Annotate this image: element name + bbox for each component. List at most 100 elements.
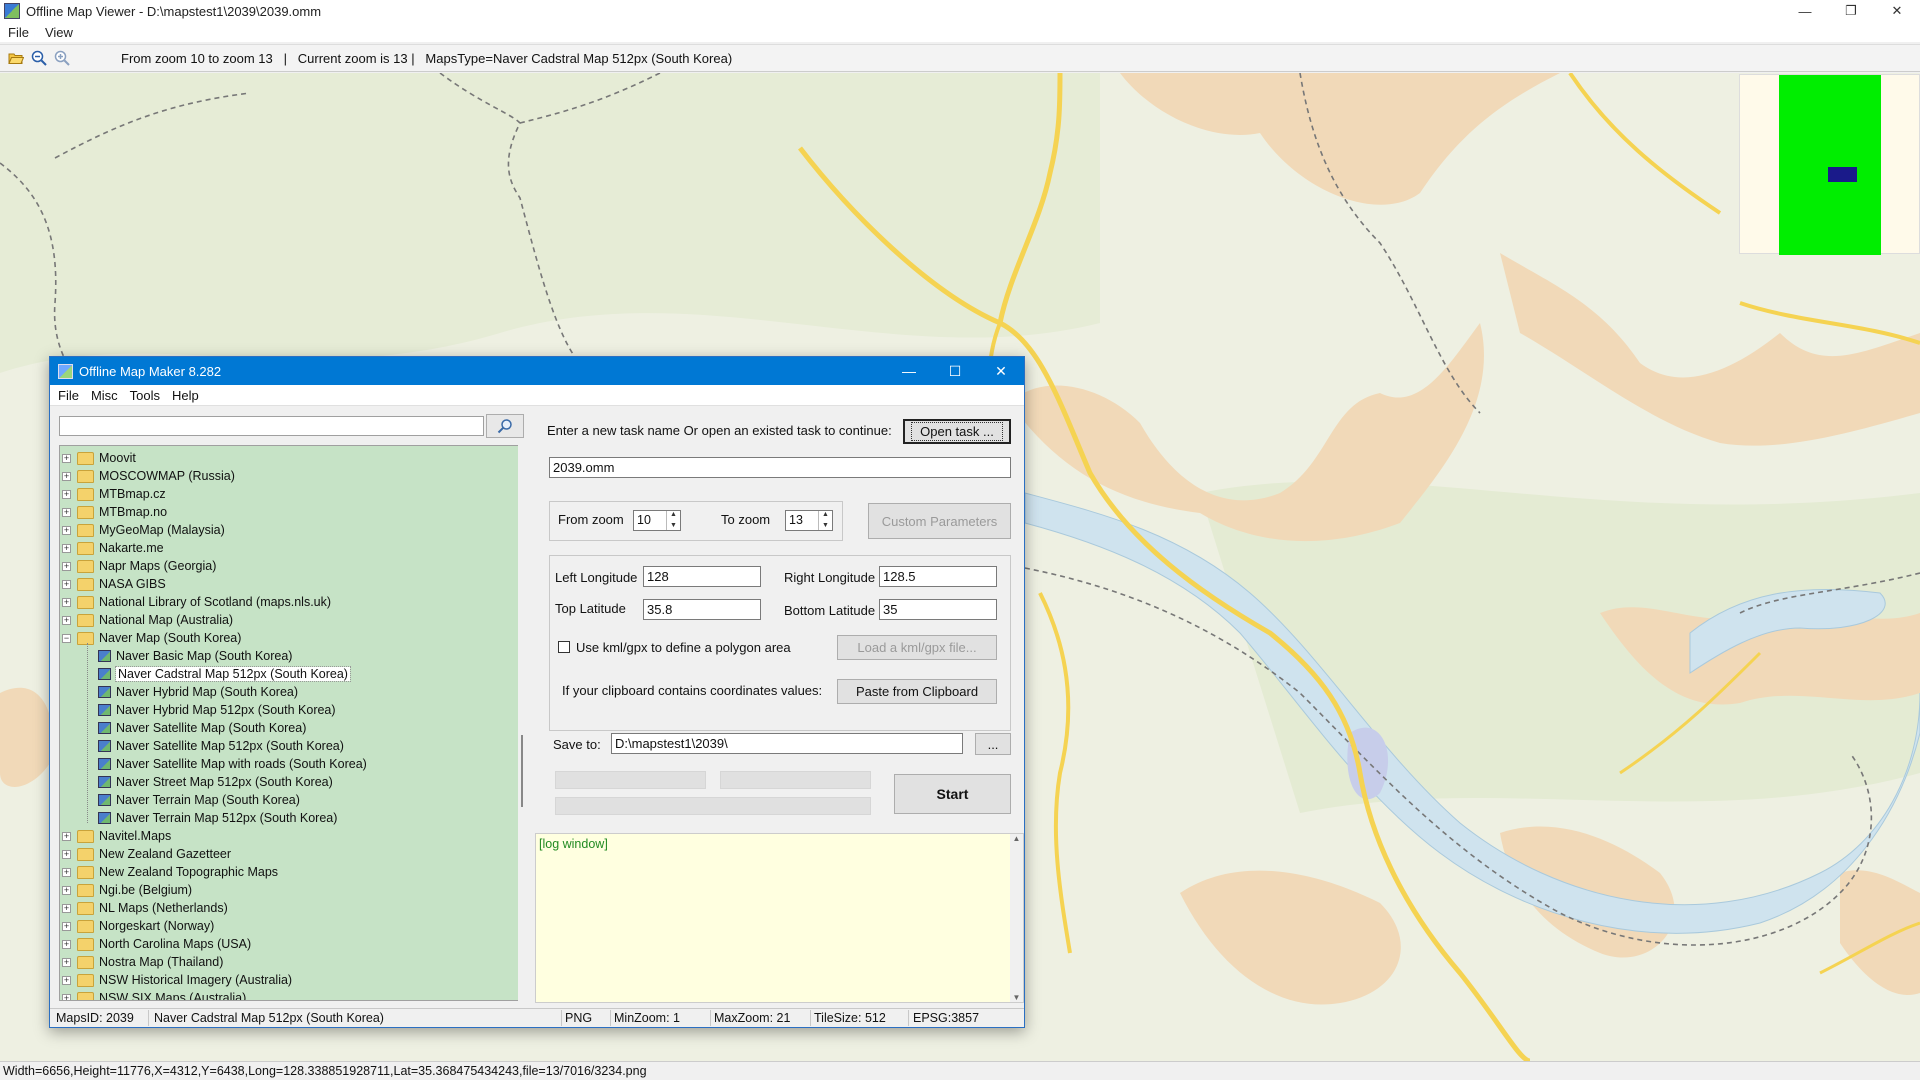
expand-icon[interactable]: + (62, 453, 71, 463)
tree-folder-item[interactable]: + Nakarte.me (62, 539, 164, 557)
zoom-info: From zoom 10 to zoom 13 | Current zoom i… (121, 50, 733, 66)
menu-file[interactable]: File (58, 388, 79, 403)
paste-from-clipboard-button[interactable]: Paste from Clipboard (837, 679, 997, 704)
tree-map-item[interactable]: Naver Satellite Map (South Korea) (98, 719, 306, 737)
expand-icon[interactable]: + (62, 543, 71, 553)
log-scrollbar[interactable]: ▲ ▼ (1010, 834, 1023, 1002)
folder-icon (77, 901, 94, 915)
zoom-in-icon[interactable] (52, 48, 72, 68)
tree-folder-item[interactable]: + Navitel.Maps (62, 827, 171, 845)
progress-bar-1 (555, 771, 706, 789)
tree-folder-item[interactable]: + National Library of Scotland (maps.nls.… (62, 593, 331, 611)
map-provider-tree[interactable]: + Moovit + MOSCOWMAP (Russia) + MTBmap.cz + MTB… (59, 445, 525, 1001)
browse-button[interactable]: ... (975, 733, 1011, 755)
tree-map-item[interactable]: Naver Satellite Map with roads (South Ko… (98, 755, 367, 773)
tree-map-item[interactable]: Naver Hybrid Map 512px (South Korea) (98, 701, 336, 719)
tree-folder-item[interactable]: + Norgeskart (Norway) (62, 917, 214, 935)
tree-folder-item[interactable]: + MOSCOWMAP (Russia) (62, 467, 235, 485)
dialog-maximize-button[interactable]: ☐ (932, 357, 978, 385)
expand-icon[interactable]: + (62, 489, 71, 499)
tree-folder-item[interactable]: + Moovit (62, 449, 136, 467)
log-window[interactable]: [log window] ▲ ▼ (535, 833, 1024, 1003)
menu-help[interactable]: Help (172, 388, 199, 403)
expand-icon[interactable]: + (62, 507, 71, 517)
tree-folder-item[interactable]: + Napr Maps (Georgia) (62, 557, 216, 575)
collapse-icon[interactable]: − (62, 633, 71, 643)
tree-folder-item[interactable]: + MTBmap.cz (62, 485, 166, 503)
minimize-button[interactable]: — (1782, 0, 1828, 22)
tree-map-item[interactable]: Naver Hybrid Map (South Korea) (98, 683, 298, 701)
open-folder-icon[interactable] (6, 48, 26, 68)
folder-icon (77, 541, 94, 555)
menu-file[interactable]: File (8, 25, 29, 40)
tree-scrollbar[interactable] (518, 445, 526, 1001)
tree-folder-item[interactable]: + NSW Historical Imagery (Australia) (62, 971, 292, 989)
start-button[interactable]: Start (894, 774, 1011, 814)
folder-icon (77, 451, 94, 465)
kml-polygon-checkbox[interactable] (558, 641, 570, 653)
save-path-input[interactable]: D:\mapstest1\2039\ (611, 733, 963, 754)
menu-tools[interactable]: Tools (130, 388, 160, 403)
expand-icon[interactable]: + (62, 579, 71, 589)
tree-folder-item[interactable]: + North Carolina Maps (USA) (62, 935, 251, 953)
menu-misc[interactable]: Misc (91, 388, 118, 403)
tree-map-item[interactable]: Naver Terrain Map (South Korea) (98, 791, 300, 809)
expand-icon[interactable]: + (62, 903, 71, 913)
tree-folder-item[interactable]: + New Zealand Topographic Maps (62, 863, 278, 881)
expand-icon[interactable]: + (62, 849, 71, 859)
expand-icon[interactable]: + (62, 885, 71, 895)
expand-icon[interactable]: + (62, 975, 71, 985)
load-kml-button[interactable]: Load a kml/gpx file... (837, 635, 997, 660)
zoom-out-icon[interactable] (29, 48, 49, 68)
tree-folder-item[interactable]: + MyGeoMap (Malaysia) (62, 521, 225, 539)
tree-folder-item[interactable]: + Nostra Map (Thailand) (62, 953, 223, 971)
tree-folder-item[interactable]: + MTBmap.no (62, 503, 167, 521)
expand-icon[interactable]: + (62, 831, 71, 841)
minimap[interactable] (1739, 74, 1920, 255)
tree-folder-item[interactable]: + NASA GIBS (62, 575, 166, 593)
expand-icon[interactable]: + (62, 471, 71, 481)
app-icon (58, 363, 73, 379)
map-search-input[interactable] (59, 416, 484, 436)
open-task-button[interactable]: Open task ... (903, 419, 1011, 444)
expand-icon[interactable]: + (62, 921, 71, 931)
tree-map-item[interactable]: Naver Terrain Map 512px (South Korea) (98, 809, 337, 827)
expand-icon[interactable]: + (62, 561, 71, 571)
expand-icon[interactable]: + (62, 867, 71, 877)
tree-folder-item[interactable]: + NSW SIX Maps (Australia) (62, 989, 246, 1000)
map-layer-icon (98, 650, 111, 662)
to-zoom-label: To zoom (721, 512, 771, 527)
tree-item-label: New Zealand Topographic Maps (99, 865, 279, 879)
expand-icon[interactable]: + (62, 525, 71, 535)
from-zoom-spinner[interactable]: 10 ▲ ▼ (633, 510, 681, 531)
tree-map-item[interactable]: Naver Basic Map (South Korea) (98, 647, 292, 665)
tree-folder-item[interactable]: + NL Maps (Netherlands) (62, 899, 228, 917)
tree-folder-item[interactable]: + New Zealand Gazetteer (62, 845, 231, 863)
top-latitude-input[interactable]: 35.8 (643, 599, 761, 620)
search-button[interactable] (486, 414, 524, 438)
expand-icon[interactable]: + (62, 993, 71, 1000)
to-zoom-spinner[interactable]: 13 ▲ ▼ (785, 510, 833, 531)
tree-map-item[interactable]: Naver Cadstral Map 512px (South Korea) (98, 665, 351, 683)
expand-icon[interactable]: + (62, 957, 71, 967)
restore-button[interactable]: ❐ (1828, 0, 1874, 22)
dialog-minimize-button[interactable]: — (886, 357, 932, 385)
status-epsg: EPSG:3857 (913, 1011, 980, 1025)
close-button[interactable]: ✕ (1874, 0, 1920, 22)
bottom-latitude-input[interactable]: 35 (879, 599, 997, 620)
tree-map-item[interactable]: Naver Street Map 512px (South Korea) (98, 773, 333, 791)
tree-folder-item[interactable]: + National Map (Australia) (62, 611, 233, 629)
tree-folder-item[interactable]: − Naver Map (South Korea) (62, 629, 241, 647)
left-longitude-input[interactable]: 128 (643, 566, 761, 587)
expand-icon[interactable]: + (62, 597, 71, 607)
menu-view[interactable]: View (45, 25, 73, 40)
task-name-input[interactable]: 2039.omm (549, 457, 1011, 478)
dialog-close-button[interactable]: ✕ (978, 357, 1024, 385)
expand-icon[interactable]: + (62, 939, 71, 949)
tree-map-item[interactable]: Naver Satellite Map 512px (South Korea) (98, 737, 344, 755)
expand-icon[interactable]: + (62, 615, 71, 625)
right-longitude-input[interactable]: 128.5 (879, 566, 997, 587)
custom-parameters-button[interactable]: Custom Parameters (868, 503, 1011, 539)
tree-folder-item[interactable]: + Ngi.be (Belgium) (62, 881, 192, 899)
progress-bar-total (555, 797, 871, 815)
